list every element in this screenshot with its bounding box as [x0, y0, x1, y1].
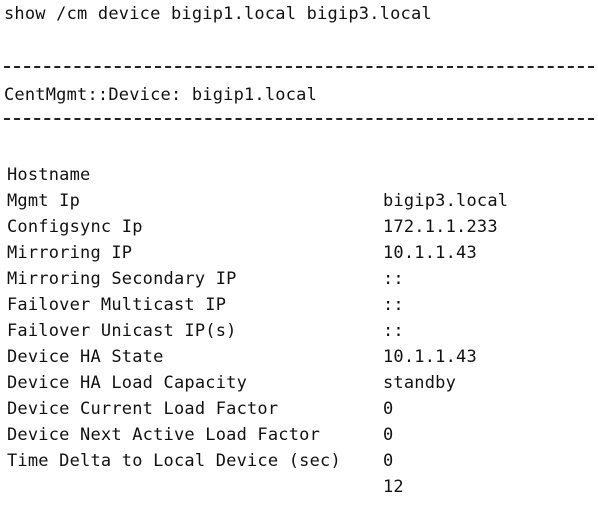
property-row: Time Delta to Local Device (sec) 12: [7, 422, 597, 497]
property-key: Time Delta to Local Device (sec): [7, 451, 341, 471]
property-row: Mirroring IP ::: [7, 214, 597, 289]
property-row: Failover Unicast IP(s) 10.1.1.43: [7, 292, 597, 367]
property-value: 0: [383, 451, 394, 471]
section-title: CentMgmt::Device: bigip1.local: [4, 85, 318, 105]
divider-bottom: [4, 118, 594, 120]
property-row: Hostname bigip3.local: [7, 136, 597, 211]
device-properties: Hostname bigip3.local Mgmt Ip 172.1.1.23…: [7, 136, 597, 497]
terminal-output: show /cm device bigip1.local bigip3.loca…: [0, 0, 598, 497]
property-row: Configsync Ip 10.1.1.43: [7, 188, 597, 263]
property-value: 12: [383, 477, 404, 497]
property-row: Device Current Load Factor 0: [7, 370, 597, 445]
property-row: Device Next Active Load Factor 0: [7, 396, 597, 471]
divider-top: [4, 66, 594, 68]
property-row: Failover Multicast IP ::: [7, 266, 597, 341]
property-row: Device HA Load Capacity 0: [7, 344, 597, 419]
property-row: Mgmt Ip 172.1.1.233: [7, 162, 597, 237]
property-row: Device HA State standby: [7, 318, 597, 393]
command-line: show /cm device bigip1.local bigip3.loca…: [4, 4, 432, 24]
property-row: Mirroring Secondary IP ::: [7, 240, 597, 315]
